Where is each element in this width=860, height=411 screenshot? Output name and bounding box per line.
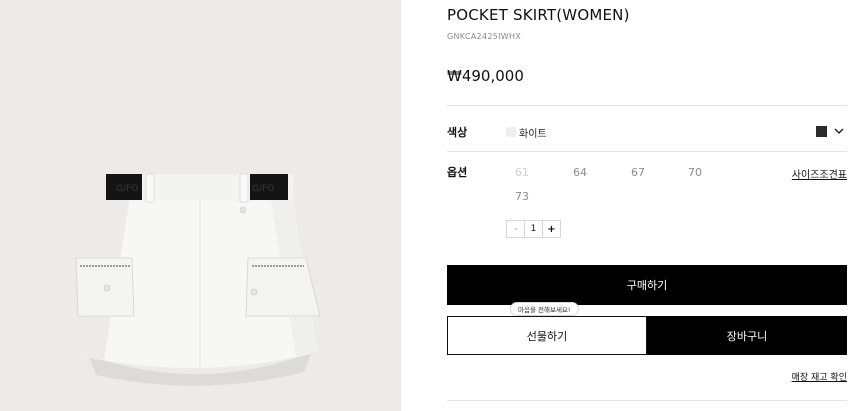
product-price: ₩490,000 xyxy=(447,67,524,85)
waistband-logo: G/FO xyxy=(116,184,138,194)
divider xyxy=(447,400,847,401)
skirt-illustration: G/FO G/FO xyxy=(75,173,321,386)
size-option[interactable]: 70 xyxy=(688,166,702,179)
gift-tooltip: 마음을 전해보세요! xyxy=(510,302,579,316)
size-option[interactable]: 61 xyxy=(515,166,529,179)
quantity-stepper: - 1 + xyxy=(506,220,561,238)
divider xyxy=(447,151,847,152)
product-sku: GNKCA2425IWHX xyxy=(447,32,522,41)
increment-button[interactable]: + xyxy=(543,221,560,237)
option-label: 옵션 xyxy=(447,166,468,179)
product-image: G/FO G/FO xyxy=(0,0,401,411)
buy-button[interactable]: 구매하기 xyxy=(447,265,847,305)
color-label: 색상 xyxy=(447,126,468,139)
divider xyxy=(447,105,847,106)
product-title: POCKET SKIRT(WOMEN) xyxy=(447,6,630,24)
decrement-button[interactable]: - xyxy=(507,221,524,237)
store-stock-link[interactable]: 매장 재고 확인 xyxy=(792,370,847,383)
product-details: POCKET SKIRT(WOMEN) GNKCA2425IWHX ₩490,0… xyxy=(447,0,847,411)
color-name: 화이트 xyxy=(519,129,547,140)
color-swatch-white[interactable] xyxy=(506,127,516,137)
gift-button[interactable]: 선물하기 xyxy=(447,316,647,355)
color-chip[interactable] xyxy=(816,126,827,137)
size-option[interactable]: 73 xyxy=(515,190,529,203)
waistband-logo: G/FO xyxy=(252,184,274,194)
size-guide-link[interactable]: 사이즈조견표 xyxy=(792,166,847,181)
chevron-down-icon[interactable] xyxy=(833,125,845,137)
cart-button[interactable]: 장바구니 xyxy=(647,316,847,355)
size-option[interactable]: 64 xyxy=(573,166,587,179)
size-option[interactable]: 67 xyxy=(631,166,645,179)
quantity-value[interactable]: 1 xyxy=(524,221,543,237)
